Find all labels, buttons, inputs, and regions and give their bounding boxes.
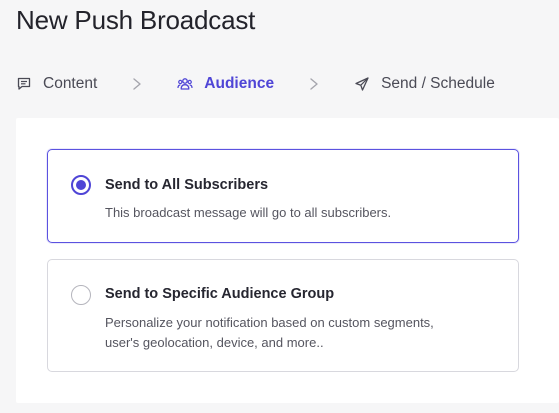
option-specific-audience[interactable]: Send to Specific Audience Group Personal…	[47, 259, 519, 372]
message-icon	[17, 77, 31, 90]
step-audience-label: Audience	[204, 75, 275, 92]
step-send-schedule[interactable]: Send / Schedule	[354, 75, 495, 93]
step-send-schedule-label: Send / Schedule	[381, 75, 495, 92]
chevron-right-icon	[310, 78, 318, 90]
users-icon	[177, 78, 193, 90]
chevron-right-icon	[133, 78, 141, 90]
radio-specific-audience[interactable]	[71, 285, 91, 305]
option-title: Send to Specific Audience Group	[105, 286, 335, 302]
step-content-label: Content	[43, 75, 98, 92]
option-title: Send to All Subscribers	[105, 177, 269, 193]
stepper: Content Audience Send / Schedule	[16, 72, 495, 96]
page-title: New Push Broadcast	[16, 5, 256, 35]
step-audience[interactable]: Audience	[177, 75, 274, 93]
send-icon	[355, 77, 369, 91]
audience-panel: Send to All Subscribers This broadcast m…	[16, 118, 559, 403]
option-all-subscribers[interactable]: Send to All Subscribers This broadcast m…	[47, 149, 519, 243]
radio-all-subscribers[interactable]	[71, 175, 91, 195]
option-description: Personalize your notification based on c…	[105, 315, 434, 350]
option-description: This broadcast message will go to all su…	[105, 205, 392, 220]
step-content[interactable]: Content	[16, 75, 97, 93]
